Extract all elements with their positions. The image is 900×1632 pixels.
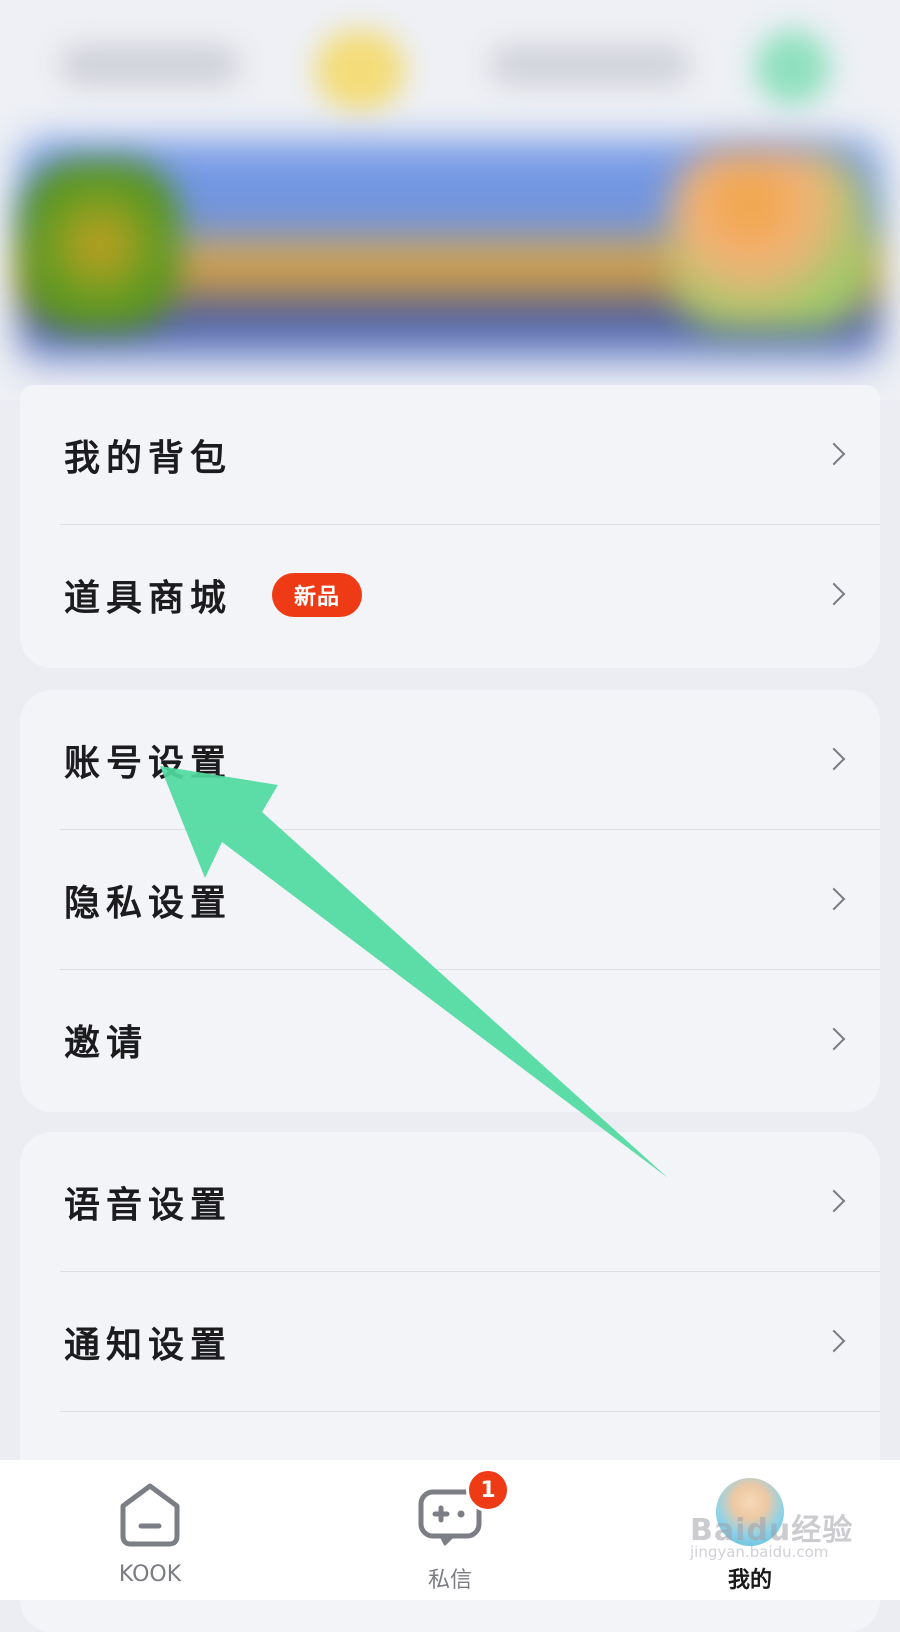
chevron-right-icon [822,747,846,771]
menu-item-label: 道具商城 [64,577,233,619]
menu-item-notification-settings[interactable]: 通知设置 [20,1272,880,1412]
menu-item-voice-settings[interactable]: 语音设置 [20,1132,880,1272]
nav-item-messages[interactable]: 1 私信 [300,1460,600,1600]
blurred-header-text-right [490,45,690,85]
menu-group-account: 账号设置 隐私设置 邀请 [20,690,880,1112]
chevron-right-icon [822,1329,846,1353]
menu-item-privacy-settings[interactable]: 隐私设置 [20,830,880,970]
chevron-right-icon [822,1027,846,1051]
menu-item-label: 隐私设置 [64,882,233,924]
menu-item-label: 我的背包 [64,437,233,479]
menu-item-invite[interactable]: 邀请 [20,970,880,1110]
menu-item-label: 通知设置 [64,1324,233,1366]
chevron-right-icon [822,887,846,911]
menu-item-account-settings[interactable]: 账号设置 [20,690,880,830]
blurred-banner-right-art [670,150,870,330]
blurred-header-coin-icon [315,30,405,110]
blurred-banner-left-art [20,160,180,330]
chevron-right-icon [822,442,846,466]
menu-item-label: 账号设置 [64,742,233,784]
new-badge: 新品 [272,573,362,617]
menu-group-shop: 我的背包 道具商城 新品 [20,385,880,668]
nav-label: 我的 [727,1567,772,1593]
watermark-url: jingyan.baidu.com [690,1543,829,1561]
unread-badge: 1 [466,1468,510,1512]
menu-item-backpack[interactable]: 我的背包 [20,385,880,525]
menu-item-label: 语音设置 [64,1184,233,1226]
chevron-right-icon [822,582,846,606]
blurred-header-text-left [60,45,240,85]
menu-item-label: 邀请 [64,1022,149,1064]
divider [60,1411,880,1412]
nav-label: 私信 [427,1568,472,1593]
nav-item-kook[interactable]: KOOK [0,1460,300,1600]
blurred-header-icon-right [755,30,830,105]
chevron-right-icon [822,1189,846,1213]
home-icon [120,1483,180,1547]
nav-label: KOOK [118,1562,182,1587]
menu-item-item-shop[interactable]: 道具商城 新品 [20,525,880,665]
